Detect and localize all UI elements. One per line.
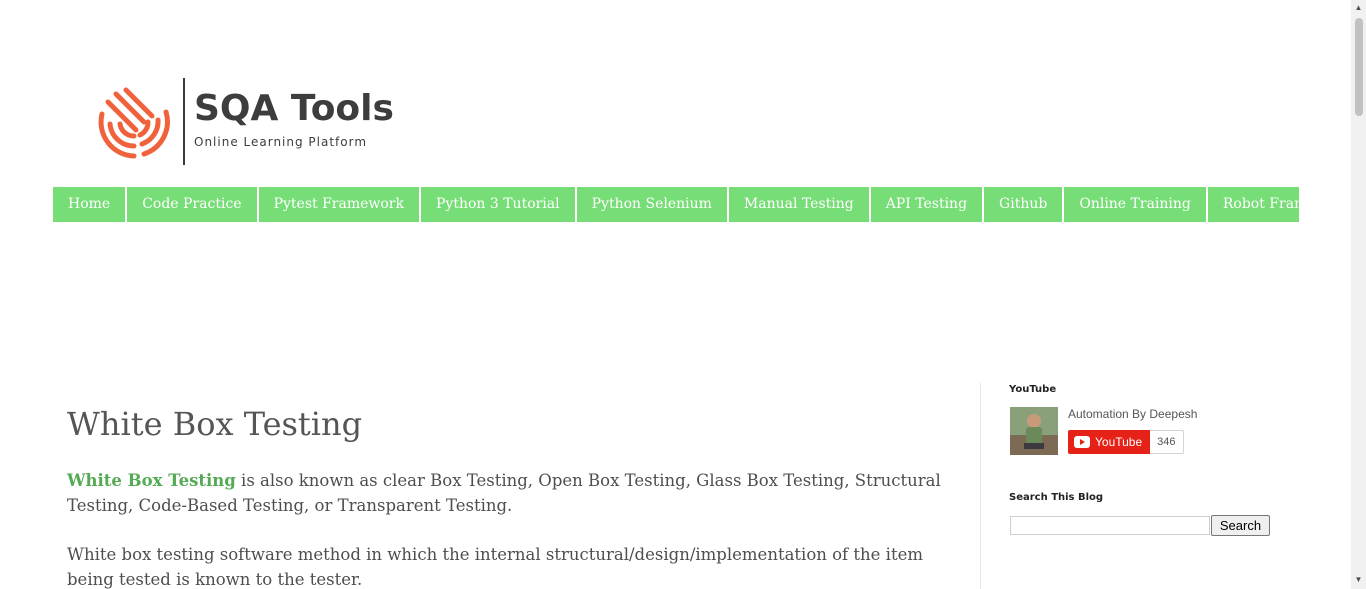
post-paragraph-2: White box testing software method in whi… [67,545,923,589]
youtube-subscribe: YouTube 346 [1068,430,1184,454]
nav-item-python-selenium[interactable]: Python Selenium [577,187,729,222]
subscriber-count: 346 [1150,430,1184,454]
post-title: White Box Testing [67,405,363,443]
vertical-scrollbar[interactable]: ▲ ▼ [1351,0,1366,589]
nav-item-robot-framework[interactable]: Robot Framework [1208,187,1366,222]
nav-item-manual-testing[interactable]: Manual Testing [729,187,871,222]
youtube-widget-title: YouTube [1009,384,1057,395]
youtube-play-icon [1074,436,1090,448]
scroll-thumb[interactable] [1355,18,1363,116]
nav-item-home[interactable]: Home [53,187,128,222]
search-button[interactable]: Search [1211,515,1270,536]
nav-item-api-testing[interactable]: API Testing [871,187,985,222]
nav-item-pytest-framework[interactable]: Pytest Framework [259,187,421,222]
page: SQA Tools Online Learning Platform Home … [0,0,1366,589]
scroll-down-arrow-icon[interactable]: ▼ [1354,575,1363,584]
channel-name[interactable]: Automation By Deepesh [1068,407,1197,421]
fingerprint-icon [98,87,170,159]
channel-avatar-photo [1010,407,1058,455]
main-nav: Home Code Practice Pytest Framework Pyth… [53,187,1351,222]
scroll-up-arrow-icon[interactable]: ▲ [1354,3,1363,12]
youtube-subscribe-button[interactable]: YouTube [1068,430,1151,454]
search-widget-title: Search This Blog [1009,492,1104,503]
search-input[interactable] [1010,516,1210,535]
channel-avatar[interactable] [1010,407,1058,455]
nav-item-github[interactable]: Github [984,187,1065,222]
post-paragraph-1: White Box Testing is also known as clear… [67,468,967,518]
post-body: White Box Testing is also known as clear… [67,468,967,589]
post-highlight-link[interactable]: White Box Testing [67,471,236,490]
site-logo[interactable]: SQA Tools Online Learning Platform [96,78,416,166]
brand-tagline: Online Learning Platform [194,135,368,149]
nav-item-code-practice[interactable]: Code Practice [127,187,259,222]
logo-divider [183,78,185,165]
nav-item-online-training[interactable]: Online Training [1064,187,1208,222]
brand-name: SQA Tools [194,88,394,129]
sidebar-divider [980,383,981,589]
youtube-button-label: YouTube [1095,435,1143,449]
nav-item-python-3-tutorial[interactable]: Python 3 Tutorial [421,187,577,222]
